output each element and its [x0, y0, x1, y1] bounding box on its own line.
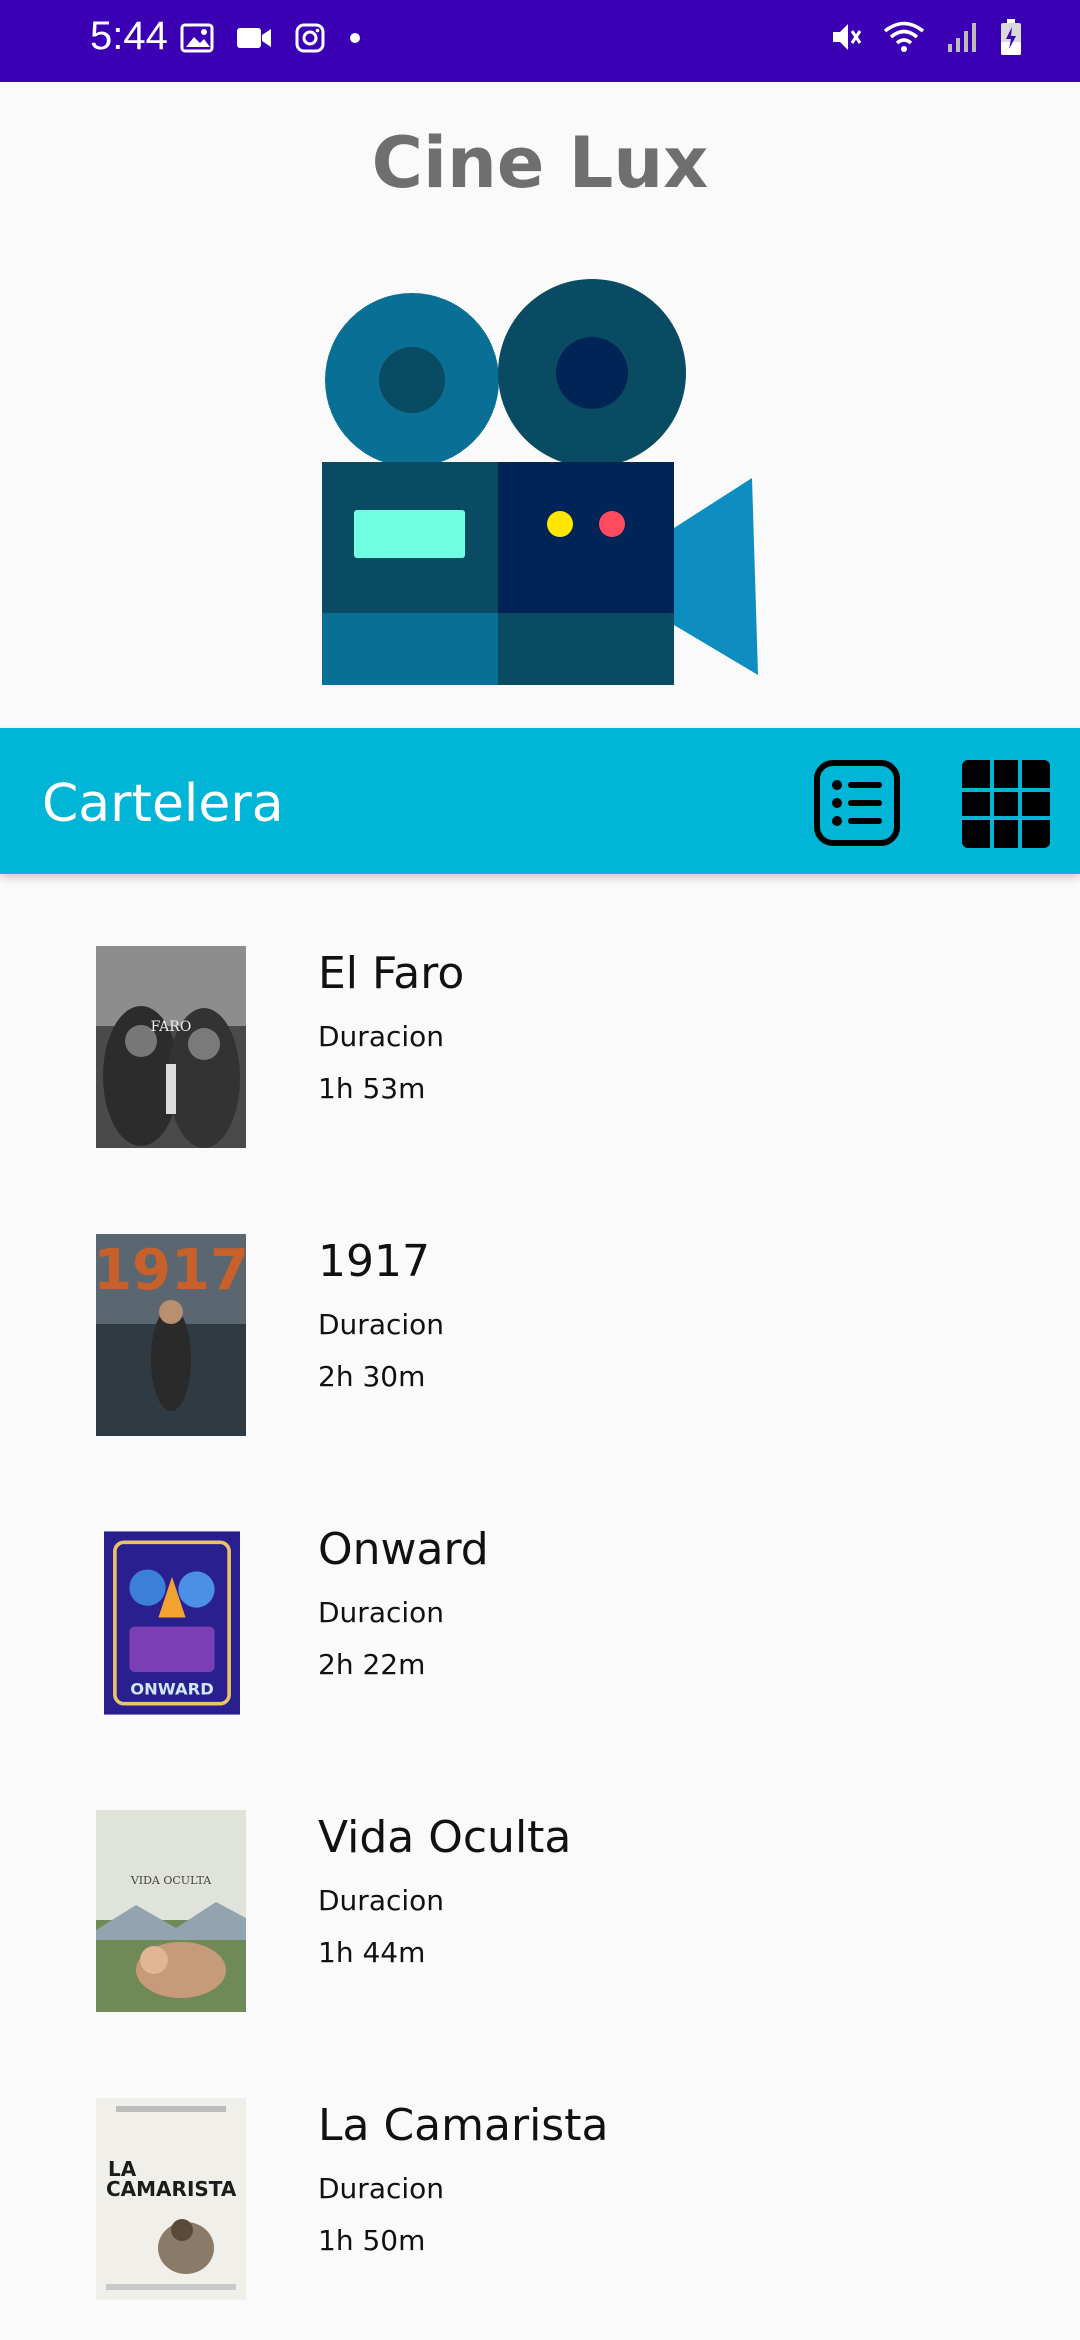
movie-title: El Faro	[318, 948, 465, 999]
duration-label: Duracion	[318, 1308, 445, 1341]
duration-value: 2h 30m	[318, 1360, 426, 1393]
grid-view-icon[interactable]	[962, 760, 1050, 848]
poster-text: ONWARD	[130, 1680, 214, 1699]
status-bar: 5:44	[0, 0, 1080, 82]
status-time: 5:44	[90, 14, 168, 58]
duration-label: Duracion	[318, 1020, 445, 1053]
poster-text: 1917	[96, 1238, 246, 1303]
wifi-icon	[883, 21, 925, 52]
list-item[interactable]: 1917 1917 Duracion 2h 30m	[0, 1188, 1080, 1436]
list-item[interactable]: ONWARD Onward Duracion 2h 22m	[0, 1476, 1080, 1716]
instagram-icon	[295, 23, 325, 53]
mute-icon	[833, 24, 862, 50]
toolbar-title: Cartelera	[42, 774, 284, 834]
list-view-icon[interactable]	[814, 760, 900, 846]
duration-label: Duracion	[318, 1884, 445, 1917]
poster-text: VIDA OCULTA	[130, 1874, 212, 1887]
duration-label: Duracion	[318, 1596, 445, 1629]
duration-value: 1h 50m	[318, 2224, 426, 2257]
image-icon	[180, 23, 214, 53]
list-item[interactable]: FARO El Faro Duracion 1h 53m	[0, 900, 1080, 1148]
poster-image: FARO	[96, 946, 246, 1148]
duration-value: 1h 53m	[318, 1072, 426, 1105]
duration-value: 1h 44m	[318, 1936, 426, 1969]
list-item[interactable]: VIDA OCULTA Vida Oculta Duracion 1h 44m	[0, 1764, 1080, 2012]
duration-value: 2h 22m	[318, 1648, 426, 1681]
video-icon	[237, 28, 271, 48]
app-title: Cine Lux	[371, 122, 709, 204]
movie-title: Onward	[318, 1524, 489, 1575]
poster-text: CAMARISTA	[106, 2177, 237, 2201]
poster-image: ONWARD	[104, 1531, 240, 1715]
duration-label: Duracion	[318, 2172, 445, 2205]
poster-image: VIDA OCULTA	[96, 1810, 246, 2012]
movie-title: Vida Oculta	[318, 1812, 572, 1863]
poster-image: LA CAMARISTA	[96, 2098, 246, 2300]
signal-icon	[948, 23, 976, 52]
dot-icon	[350, 33, 360, 43]
movie-title: La Camarista	[318, 2100, 609, 2151]
battery-icon	[1001, 19, 1021, 55]
movie-camera-icon	[322, 279, 758, 685]
poster-text: FARO	[151, 1019, 192, 1035]
status-icons-right	[830, 18, 1022, 56]
movie-title: 1917	[318, 1236, 430, 1287]
list-item[interactable]: LA CAMARISTA La Camarista Duracion 1h 50…	[0, 2052, 1080, 2300]
poster-image: 1917	[96, 1234, 246, 1436]
status-icons-left	[180, 22, 362, 54]
toolbar: Cartelera	[0, 728, 1080, 874]
